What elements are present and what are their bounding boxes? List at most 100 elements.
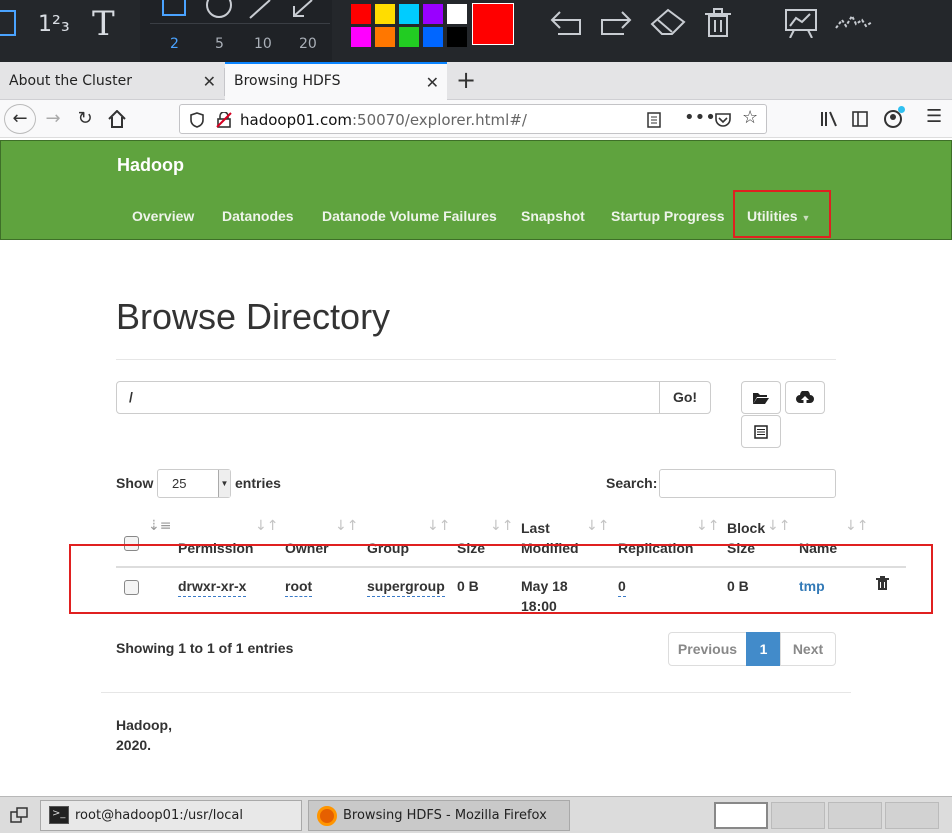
new-tab-button[interactable]: + [452, 66, 480, 96]
nav-startup-progress[interactable]: Startup Progress [611, 208, 725, 224]
url-path: :50070/explorer.html#/ [352, 111, 527, 129]
nav-snapshot[interactable]: Snapshot [521, 208, 585, 224]
color-swatch[interactable] [399, 4, 419, 24]
close-icon[interactable]: ✕ [203, 72, 216, 91]
tool-group-actions [530, 0, 952, 62]
sort-icon[interactable]: ↓↑ [427, 518, 450, 534]
close-icon[interactable]: ✕ [426, 73, 439, 92]
next-page-button[interactable]: Next [780, 632, 836, 666]
show-label: Show [116, 475, 154, 491]
cloud-upload-icon [796, 390, 814, 404]
tool-group-shapes: 2 5 10 20 [140, 0, 332, 62]
workspace-3[interactable] [828, 802, 882, 829]
sort-icon[interactable]: ↓↑ [767, 518, 790, 534]
color-swatch[interactable] [399, 27, 419, 47]
redo-icon[interactable] [598, 10, 632, 36]
info-icon[interactable] [190, 112, 204, 128]
back-button[interactable]: ← [4, 104, 36, 134]
title-divider [116, 359, 836, 360]
rectangle-tool-icon[interactable] [162, 0, 186, 16]
entries-per-page-select[interactable]: 25 ▼ [157, 469, 231, 498]
account-icon[interactable] [884, 106, 905, 128]
workspace-1[interactable] [714, 802, 768, 829]
undo-icon[interactable] [550, 10, 584, 36]
col-last-modified-line1[interactable]: Last [521, 518, 550, 538]
number-tool-button[interactable]: 1²₃ [38, 12, 70, 37]
taskbar-terminal[interactable]: >_ root@hadoop01:/usr/local [40, 800, 302, 831]
taskbar-firefox[interactable]: Browsing HDFS - Mozilla Firefox [308, 800, 570, 831]
taskbar-terminal-label: root@hadoop01:/usr/local [75, 808, 244, 823]
footer-line-2: 2020. [116, 737, 152, 753]
show-desktop-icon[interactable] [10, 807, 28, 823]
url-bar[interactable]: hadoop01.com:50070/explorer.html#/ ••• ☆ [179, 104, 767, 134]
signature-icon[interactable] [834, 10, 874, 34]
reader-view-icon[interactable] [647, 112, 661, 128]
tab-about-cluster[interactable]: About the Cluster ✕ [0, 66, 224, 100]
page-actions-icon[interactable]: ••• [684, 107, 716, 128]
nav-overview[interactable]: Overview [132, 208, 194, 224]
ellipse-tool-icon[interactable] [206, 0, 232, 18]
color-swatch[interactable] [375, 27, 395, 47]
line-tool-icon[interactable] [248, 0, 272, 20]
sort-icon[interactable]: ↓↑ [845, 518, 868, 534]
text-tool-button[interactable]: T [92, 4, 115, 44]
search-input[interactable] [659, 469, 836, 498]
cut-paste-button[interactable] [741, 415, 781, 448]
taskbar-firefox-label: Browsing HDFS - Mozilla Firefox [343, 808, 547, 823]
color-swatch[interactable] [351, 4, 371, 24]
pocket-icon[interactable] [715, 112, 731, 127]
sort-asc-icon[interactable]: ⇣≡ [148, 518, 171, 534]
go-button[interactable]: Go! [659, 381, 711, 414]
tab-browsing-hdfs[interactable]: Browsing HDFS ✕ [225, 62, 447, 100]
color-swatch[interactable] [423, 4, 443, 24]
workspace-4[interactable] [885, 802, 939, 829]
previous-page-button[interactable]: Previous [668, 632, 747, 666]
color-swatch[interactable] [447, 27, 467, 47]
sort-icon[interactable]: ↓↑ [255, 518, 278, 534]
insecure-lock-icon[interactable] [216, 112, 232, 128]
stroke-size-10[interactable]: 10 [254, 36, 272, 52]
entries-label: entries [235, 475, 281, 491]
url-text[interactable]: hadoop01.com:50070/explorer.html#/ [240, 111, 527, 129]
upload-button[interactable] [785, 381, 825, 414]
stroke-size-5[interactable]: 5 [215, 36, 224, 52]
menu-icon[interactable]: ☰ [926, 106, 942, 127]
sort-icon[interactable]: ↓↑ [586, 518, 609, 534]
terminal-icon: >_ [49, 806, 69, 824]
tab-label: About the Cluster [9, 73, 132, 89]
trash-icon[interactable] [704, 8, 732, 38]
color-swatch[interactable] [447, 4, 467, 24]
page-1-button[interactable]: 1 [746, 632, 781, 666]
color-swatch[interactable] [423, 27, 443, 47]
directory-path-input[interactable]: / [116, 381, 660, 414]
select-arrow-icon: ▼ [218, 470, 230, 497]
arrow-tool-icon[interactable] [290, 0, 314, 20]
browser-tab-bar: About the Cluster ✕ Browsing HDFS ✕ + [0, 62, 952, 100]
home-icon[interactable] [108, 110, 126, 128]
sort-icon[interactable]: ↓↑ [490, 518, 513, 534]
bookmark-star-icon[interactable]: ☆ [742, 107, 758, 128]
library-icon[interactable] [820, 111, 838, 127]
footer-line-1: Hadoop, [116, 717, 172, 733]
create-directory-button[interactable] [741, 381, 781, 414]
eraser-icon[interactable] [650, 8, 686, 36]
browser-nav-bar: ← → ↻ hadoop01.com:50070/explorer.html#/… [0, 100, 952, 138]
col-block-size-line1[interactable]: Block [727, 518, 765, 538]
nav-datanode-volume-failures[interactable]: Datanode Volume Failures [322, 208, 497, 224]
page-title: Browse Directory [116, 296, 391, 337]
hadoop-brand[interactable]: Hadoop [117, 155, 184, 176]
stroke-size-20[interactable]: 20 [299, 36, 317, 52]
whiteboard-icon[interactable] [784, 8, 818, 38]
sort-icon[interactable]: ↓↑ [696, 518, 719, 534]
current-color-swatch[interactable] [472, 3, 514, 45]
stroke-size-2[interactable]: 2 [170, 36, 179, 52]
reload-button[interactable]: ↻ [70, 104, 100, 134]
rectangle-select-icon[interactable] [0, 10, 16, 36]
color-swatch[interactable] [375, 4, 395, 24]
forward-button[interactable]: → [38, 104, 68, 134]
color-swatch[interactable] [351, 27, 371, 47]
sort-icon[interactable]: ↓↑ [335, 518, 358, 534]
sidebar-icon[interactable] [852, 111, 868, 127]
nav-datanodes[interactable]: Datanodes [222, 208, 294, 224]
workspace-2[interactable] [771, 802, 825, 829]
